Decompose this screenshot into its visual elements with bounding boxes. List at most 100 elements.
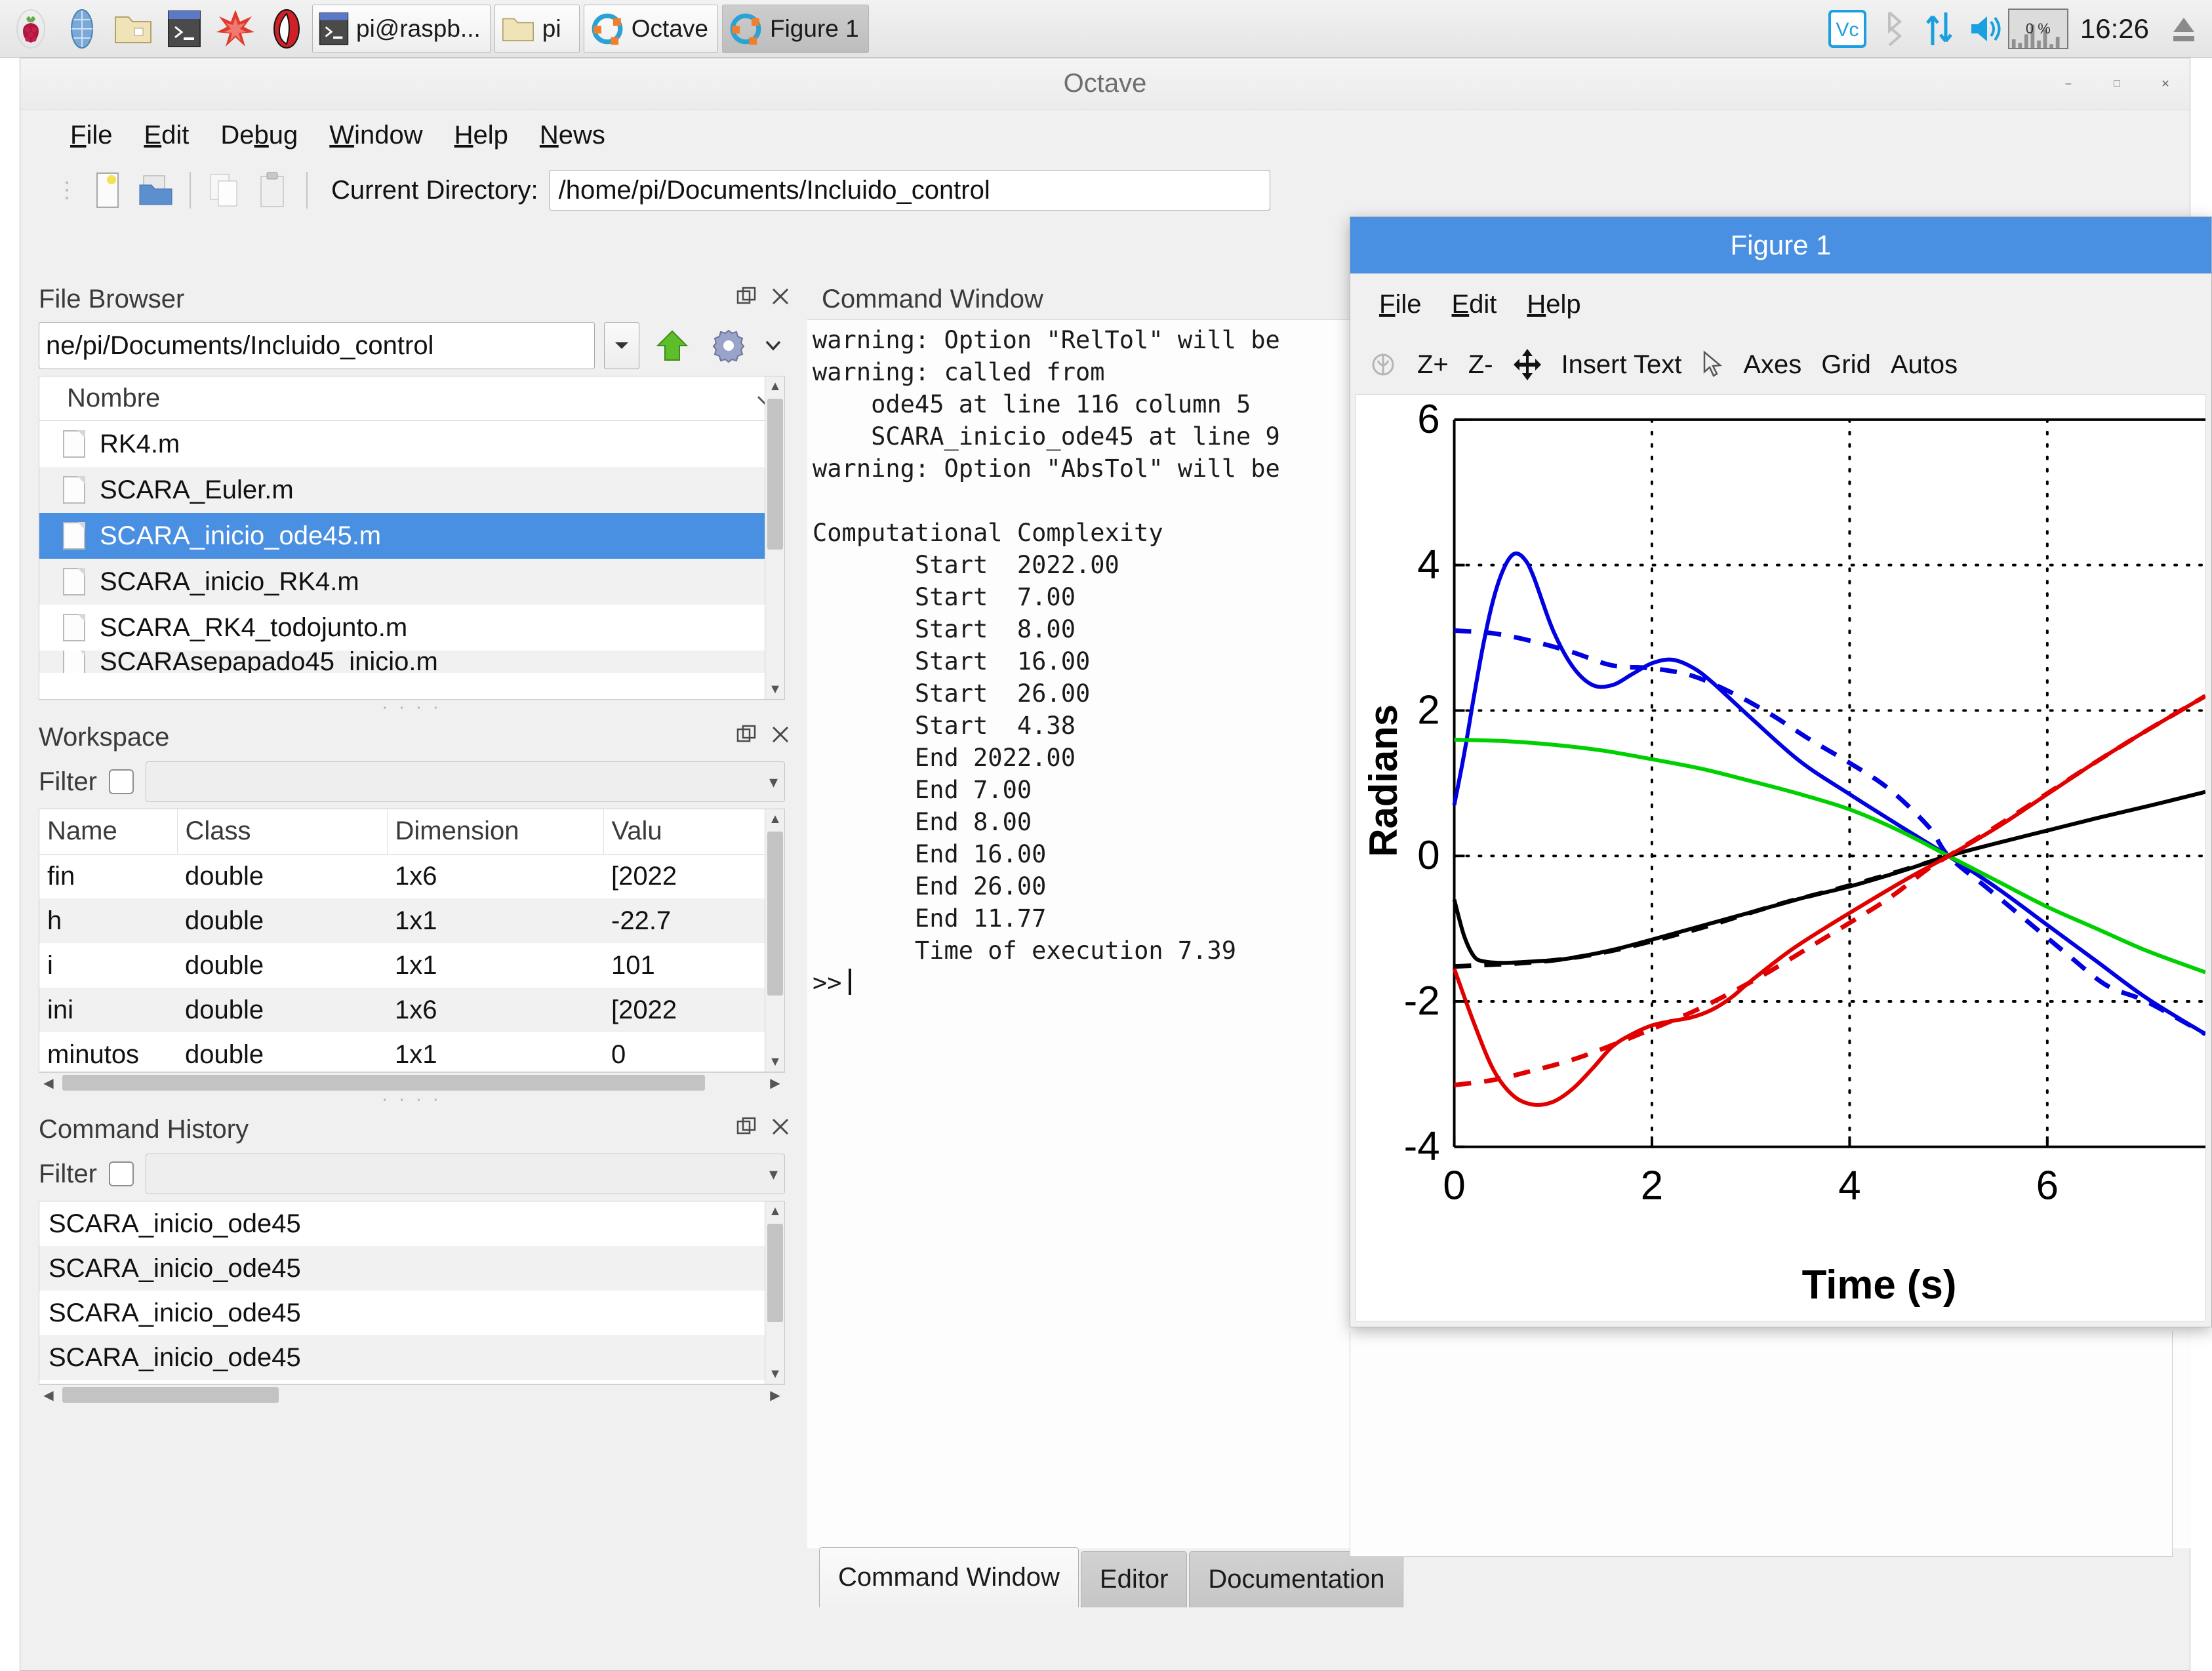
menu-file[interactable]: FFileile <box>70 121 112 150</box>
workspace-table[interactable]: Name Class Dimension Valu fin double 1x6… <box>39 809 785 1072</box>
copy-icon[interactable] <box>201 167 249 214</box>
file-browser-list[interactable]: Nombre RK4.m SCARA_Euler.m SCARA_inicio_… <box>39 376 785 700</box>
scroll-left-icon[interactable]: ◀ <box>39 1385 58 1405</box>
grid-button[interactable]: Grid <box>1821 350 1871 380</box>
chevron-down-icon[interactable]: ▾ <box>769 1164 778 1184</box>
web-browser-icon[interactable] <box>56 3 108 54</box>
history-item[interactable]: SCARA_inicio_ode45 <box>39 1335 784 1380</box>
close-icon[interactable] <box>771 287 790 312</box>
clock[interactable]: 16:26 <box>2068 13 2161 45</box>
chevron-down-icon[interactable] <box>761 322 785 369</box>
mathematica-icon[interactable] <box>210 3 261 54</box>
taskbar-window-figure1[interactable]: Figure 1 <box>722 5 869 53</box>
axes-button[interactable]: Axes <box>1743 350 1801 380</box>
network-updown-icon[interactable] <box>1916 3 1962 54</box>
current-directory-input[interactable]: /home/pi/Documents/Incluido_control <box>549 170 1270 211</box>
figure-menu-edit[interactable]: Edit <box>1451 290 1497 319</box>
close-button[interactable]: ✕ <box>2154 73 2177 95</box>
workspace-filter-input[interactable]: ▾ <box>146 761 785 802</box>
scroll-up-icon[interactable]: ▲ <box>765 1201 785 1221</box>
workspace-hscrollbar[interactable]: ◀ ▶ <box>39 1072 785 1092</box>
scroll-down-icon[interactable]: ▼ <box>765 679 785 699</box>
maximize-button[interactable]: □ <box>2106 73 2128 95</box>
file-row[interactable]: RK4.m <box>39 421 784 467</box>
autoscale-icon[interactable] <box>1369 350 1398 379</box>
taskbar-window-terminal[interactable]: pi@raspb... <box>312 5 491 53</box>
scroll-right-icon[interactable]: ▶ <box>765 1073 785 1093</box>
bluetooth-icon[interactable] <box>1870 3 1916 54</box>
vnc-icon[interactable]: Vc <box>1824 3 1870 54</box>
col-value[interactable]: Valu <box>603 809 784 854</box>
autoscale-button[interactable]: Autos <box>1891 350 1958 380</box>
taskbar-window-octave[interactable]: Octave <box>584 5 718 53</box>
file-row[interactable]: SCARAsepapado45_inicio.m <box>39 651 784 673</box>
file-browser-path-input[interactable]: ne/pi/Documents/Incluido_control <box>39 322 595 369</box>
cpu-monitor[interactable]: 0 % <box>2008 9 2068 49</box>
command-history-filter-checkbox[interactable] <box>109 1161 134 1186</box>
menu-news[interactable]: News <box>540 121 605 150</box>
up-arrow-icon[interactable] <box>649 322 696 369</box>
zoom-out-button[interactable]: Z- <box>1468 350 1493 380</box>
col-name[interactable]: Name <box>39 809 177 854</box>
figure-menu-file[interactable]: File <box>1379 290 1421 319</box>
menu-help[interactable]: Help <box>454 121 508 150</box>
raspberry-menu-icon[interactable] <box>5 3 56 54</box>
file-row[interactable]: SCARA_RK4_todojunto.m <box>39 605 784 651</box>
pointer-icon[interactable] <box>1701 350 1723 379</box>
menu-debug[interactable]: Debug <box>220 121 298 150</box>
col-class[interactable]: Class <box>177 809 387 854</box>
undock-icon[interactable] <box>736 1117 756 1142</box>
menu-edit[interactable]: Edit <box>144 121 189 150</box>
file-row-selected[interactable]: SCARA_inicio_ode45.m <box>39 513 784 559</box>
octave-titlebar[interactable]: Octave – □ ✕ <box>20 58 2190 110</box>
pan-icon[interactable] <box>1513 348 1542 382</box>
workspace-filter-checkbox[interactable] <box>109 769 134 794</box>
panel-splitter[interactable]: · · · · <box>22 1092 802 1109</box>
file-browser-column-header[interactable]: Nombre <box>39 376 784 421</box>
history-item[interactable]: SCARA_inicio_ode45 <box>39 1201 784 1246</box>
tab-documentation[interactable]: Documentation <box>1189 1551 1403 1607</box>
minimize-button[interactable]: – <box>2057 73 2080 95</box>
taskbar-window-pi[interactable]: pi <box>494 5 580 53</box>
volume-icon[interactable] <box>1962 3 2008 54</box>
scroll-down-icon[interactable]: ▼ <box>765 1364 785 1384</box>
eject-icon[interactable] <box>2161 3 2207 54</box>
scroll-up-icon[interactable]: ▲ <box>765 809 785 829</box>
tab-editor[interactable]: Editor <box>1081 1551 1188 1607</box>
scroll-up-icon[interactable]: ▲ <box>765 376 785 396</box>
col-dimension[interactable]: Dimension <box>387 809 603 854</box>
panel-splitter[interactable]: · · · · <box>22 700 802 717</box>
undock-icon[interactable] <box>736 725 756 750</box>
wolfram-icon[interactable] <box>261 3 312 54</box>
history-item[interactable]: SCARA_inicio_ode45 <box>39 1291 784 1335</box>
close-icon[interactable] <box>771 1117 790 1142</box>
figure-menu-help[interactable]: Help <box>1527 290 1580 319</box>
tab-command-window[interactable]: Command Window <box>819 1547 1079 1607</box>
file-row[interactable]: SCARA_inicio_RK4.m <box>39 559 784 605</box>
scroll-right-icon[interactable]: ▶ <box>765 1385 785 1405</box>
paste-icon[interactable] <box>249 167 296 214</box>
open-file-icon[interactable] <box>132 167 179 214</box>
workspace-vscrollbar[interactable]: ▲ ▼ <box>765 809 784 1072</box>
file-browser-scrollbar[interactable]: ▲ ▼ <box>765 376 784 699</box>
command-history-scrollbar[interactable]: ▲ ▼ <box>765 1201 784 1384</box>
insert-text-button[interactable]: Insert Text <box>1561 350 1682 380</box>
chevron-down-icon[interactable]: ▾ <box>769 772 778 792</box>
command-history-hscrollbar[interactable]: ◀ ▶ <box>39 1384 785 1404</box>
command-history-list[interactable]: SCARA_inicio_ode45 SCARA_inicio_ode45 SC… <box>39 1201 785 1384</box>
figure-titlebar[interactable]: Figure 1 <box>1350 217 2211 273</box>
terminal-icon[interactable] <box>159 3 210 54</box>
file-row[interactable]: SCARA_Euler.m <box>39 467 784 513</box>
command-history-filter-input[interactable]: ▾ <box>146 1154 785 1194</box>
menu-window[interactable]: Window <box>329 121 422 150</box>
toolbar-grip[interactable]: ⋮ <box>56 177 79 203</box>
gear-icon[interactable] <box>705 322 752 369</box>
zoom-in-button[interactable]: Z+ <box>1417 350 1449 380</box>
chevron-down-icon[interactable] <box>604 322 639 369</box>
scroll-down-icon[interactable]: ▼ <box>765 1052 785 1072</box>
history-item[interactable]: SCARA_inicio_ode45 <box>39 1246 784 1291</box>
undock-icon[interactable] <box>736 287 756 312</box>
scroll-left-icon[interactable]: ◀ <box>39 1073 58 1093</box>
new-script-icon[interactable] <box>85 167 132 214</box>
close-icon[interactable] <box>771 725 790 750</box>
